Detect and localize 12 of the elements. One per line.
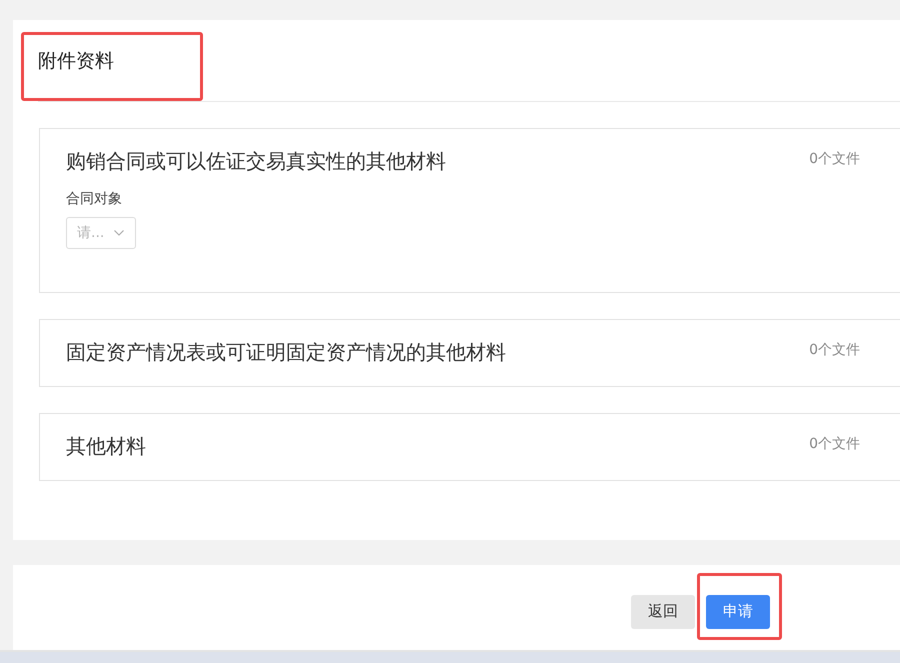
- attachment-title: 购销合同或可以佐证交易真实性的其他材料: [66, 148, 446, 175]
- apply-button[interactable]: 申请: [706, 594, 770, 628]
- attachment-title: 固定资产情况表或可证明固定资产情况的其他材料: [66, 339, 506, 366]
- attachment-title: 其他材料: [66, 433, 146, 460]
- back-button[interactable]: 返回: [631, 594, 695, 628]
- field-label: 合同对象: [66, 190, 122, 209]
- chevron-down-icon: [114, 230, 124, 236]
- file-count: 0个文件: [809, 435, 860, 454]
- select-field[interactable]: 请...: [66, 217, 136, 249]
- section-title: 附件资料: [38, 48, 114, 74]
- file-count: 0个文件: [809, 341, 860, 360]
- file-count: 0个文件: [809, 150, 860, 169]
